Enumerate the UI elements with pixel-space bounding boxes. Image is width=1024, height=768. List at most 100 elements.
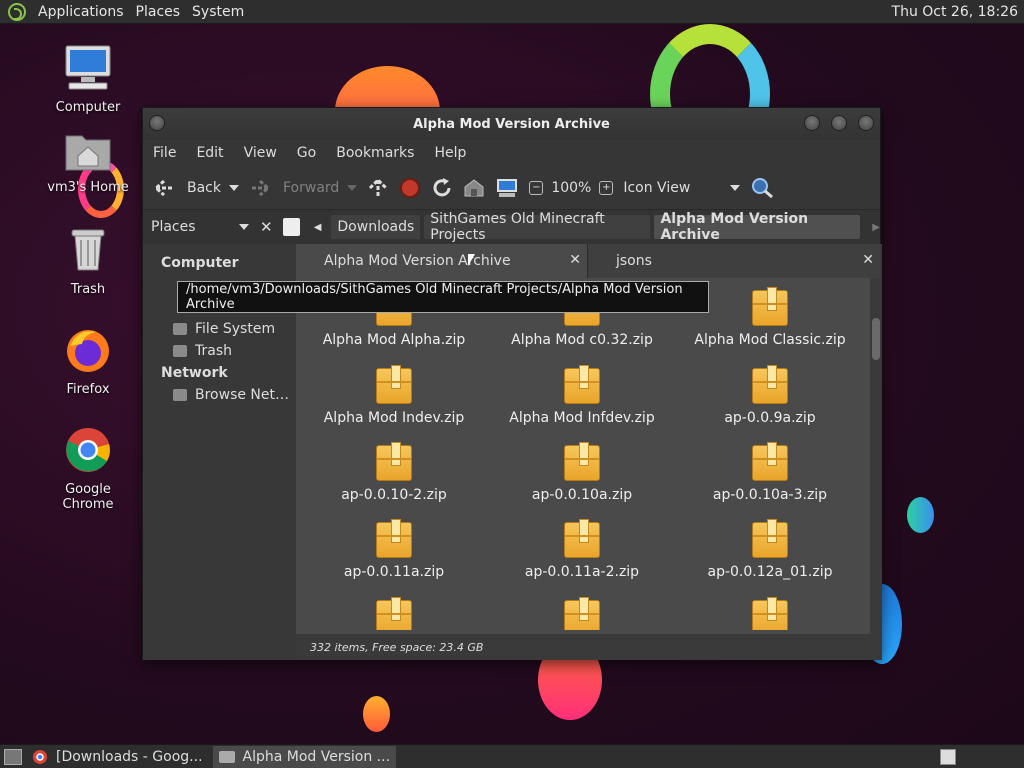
breadcrumb-sithgames[interactable]: SithGames Old Minecraft Projects bbox=[424, 211, 651, 243]
menu-view[interactable]: View bbox=[234, 145, 287, 161]
desktop-icon-chrome[interactable]: Google Chrome bbox=[38, 426, 138, 512]
taskbar-item-file-manager[interactable]: Alpha Mod Version ... bbox=[212, 745, 397, 768]
back-history-dropdown-icon[interactable] bbox=[229, 184, 239, 191]
toolbar: Back Forward − 100% + Icon View bbox=[143, 166, 880, 210]
close-button[interactable] bbox=[858, 115, 874, 131]
task-label: [Downloads - Goog... bbox=[56, 748, 203, 765]
archive-icon bbox=[752, 365, 788, 404]
sidebar-item-browse-network[interactable]: Browse Net… bbox=[143, 384, 296, 406]
workspace-switcher[interactable] bbox=[940, 748, 956, 765]
show-desktop-icon[interactable] bbox=[4, 748, 22, 765]
desktop-icon-label: Firefox bbox=[66, 382, 110, 397]
file-item[interactable]: ap-0.0.12a_01.zip bbox=[676, 519, 864, 580]
file-item[interactable]: ap-0.0.10-2.zip bbox=[300, 442, 488, 503]
tab-label: Alpha Mod Version Archive bbox=[324, 253, 511, 269]
maximize-button[interactable] bbox=[831, 115, 847, 131]
file-name: Alpha Mod c0.32.zip bbox=[511, 332, 653, 348]
sidebar-item-label: File System bbox=[195, 321, 276, 337]
decor-blob bbox=[907, 497, 934, 533]
computer-icon[interactable] bbox=[495, 178, 519, 198]
back-arrow-icon bbox=[153, 179, 173, 196]
taskbar: [Downloads - Goog... Alpha Mod Version .… bbox=[0, 744, 1024, 768]
menu-bookmarks[interactable]: Bookmarks bbox=[326, 145, 424, 161]
chevron-down-icon bbox=[239, 224, 250, 230]
distro-logo-icon[interactable] bbox=[8, 2, 26, 21]
archive-icon bbox=[376, 365, 412, 404]
file-item[interactable] bbox=[488, 597, 676, 630]
file-item[interactable] bbox=[676, 597, 864, 630]
zoom-in-icon[interactable]: + bbox=[599, 180, 614, 195]
minimize-button[interactable] bbox=[804, 115, 820, 131]
file-item[interactable]: ap-0.0.10a-3.zip bbox=[676, 442, 864, 503]
file-manager-window: Alpha Mod Version Archive File Edit View… bbox=[142, 107, 882, 660]
desktop-icon-label: Computer bbox=[55, 100, 121, 115]
path-tooltip: /home/vm3/Downloads/SithGames Old Minecr… bbox=[177, 281, 709, 313]
sidebar-type-select[interactable]: Places bbox=[147, 215, 255, 239]
close-sidebar-icon[interactable]: ✕ bbox=[255, 218, 277, 236]
firefox-icon bbox=[67, 330, 109, 372]
zoom-out-icon[interactable]: − bbox=[529, 180, 544, 195]
desktop-icon-computer[interactable]: Computer bbox=[38, 44, 138, 115]
desktop-icon-label: Google Chrome bbox=[62, 482, 114, 512]
file-item[interactable]: ap-0.0.11a-2.zip bbox=[488, 519, 676, 580]
menu-system[interactable]: System bbox=[186, 4, 250, 20]
menubar: File Edit View Go Bookmarks Help bbox=[143, 140, 880, 166]
archive-icon bbox=[752, 519, 788, 558]
zoom-level: 100% bbox=[551, 179, 592, 196]
home-folder-icon bbox=[65, 135, 111, 171]
stop-icon[interactable] bbox=[399, 177, 421, 199]
window-title: Alpha Mod Version Archive bbox=[413, 116, 610, 132]
close-tab-icon[interactable]: ✕ bbox=[862, 252, 874, 268]
tab-jsons[interactable]: jsons ✕ bbox=[587, 244, 880, 278]
location-bar: Places ✕ ◀ Downloads SithGames Old Minec… bbox=[143, 210, 880, 244]
network-icon bbox=[173, 389, 187, 401]
zoom-control: − 100% + bbox=[529, 179, 614, 196]
sidebar-item-trash[interactable]: Trash bbox=[143, 340, 296, 362]
back-button[interactable]: Back bbox=[153, 179, 239, 197]
window-titlebar[interactable]: Alpha Mod Version Archive bbox=[143, 108, 880, 140]
archive-icon bbox=[564, 442, 600, 481]
taskbar-item-chrome[interactable]: [Downloads - Goog... bbox=[26, 746, 209, 768]
menu-help[interactable]: Help bbox=[424, 145, 476, 161]
decor-blob bbox=[363, 696, 390, 732]
menu-edit[interactable]: Edit bbox=[186, 145, 233, 161]
file-item[interactable]: ap-0.0.9a.zip bbox=[676, 365, 864, 426]
search-icon[interactable] bbox=[750, 177, 774, 199]
close-tab-icon[interactable]: ✕ bbox=[569, 252, 581, 268]
archive-icon bbox=[564, 519, 600, 558]
breadcrumb-downloads[interactable]: Downloads bbox=[331, 215, 421, 239]
home-icon[interactable] bbox=[463, 178, 485, 198]
vertical-scrollbar[interactable] bbox=[870, 278, 882, 634]
scrollbar-thumb[interactable] bbox=[872, 318, 880, 360]
sidebar-item-filesystem[interactable]: File System bbox=[143, 318, 296, 340]
breadcrumb-left-icon[interactable]: ◀ bbox=[314, 222, 322, 233]
forward-history-dropdown-icon[interactable] bbox=[347, 184, 358, 191]
chrome-icon bbox=[66, 428, 110, 472]
forward-button[interactable]: Forward bbox=[249, 179, 358, 197]
desktop-icon-home[interactable]: vm3's Home bbox=[38, 128, 138, 195]
tab-alpha-mod[interactable]: Alpha Mod Version Archive ✕ bbox=[296, 244, 587, 278]
desktop-icon-trash[interactable]: Trash bbox=[38, 226, 138, 297]
file-item[interactable]: ap-0.0.10a.zip bbox=[488, 442, 676, 503]
top-panel: Applications Places System Thu Oct 26, 1… bbox=[0, 0, 1024, 24]
clock[interactable]: Thu Oct 26, 18:26 bbox=[892, 4, 1024, 20]
up-arrow-icon[interactable] bbox=[367, 177, 389, 198]
file-item[interactable]: Alpha Mod Indev.zip bbox=[300, 365, 488, 426]
breadcrumb-right-icon[interactable]: ▶ bbox=[872, 222, 880, 233]
view-mode-select[interactable]: Icon View bbox=[623, 180, 741, 196]
edit-location-icon[interactable] bbox=[283, 218, 300, 236]
file-item[interactable]: Alpha Mod Infdev.zip bbox=[488, 365, 676, 426]
reload-icon[interactable] bbox=[431, 177, 453, 199]
file-item[interactable]: ap-0.0.11a.zip bbox=[300, 519, 488, 580]
file-item[interactable] bbox=[300, 597, 488, 630]
window-menu-button[interactable] bbox=[149, 115, 165, 131]
archive-icon bbox=[376, 597, 412, 630]
breadcrumb-current[interactable]: Alpha Mod Version Archive bbox=[654, 211, 861, 243]
desktop-icon-firefox[interactable]: Firefox bbox=[38, 326, 138, 397]
menu-places[interactable]: Places bbox=[130, 4, 187, 20]
menu-applications[interactable]: Applications bbox=[32, 4, 130, 20]
menu-file[interactable]: File bbox=[143, 145, 186, 161]
menu-go[interactable]: Go bbox=[287, 145, 326, 161]
status-bar: 332 items, Free space: 23.4 GB bbox=[296, 634, 882, 660]
computer-icon bbox=[65, 45, 111, 90]
